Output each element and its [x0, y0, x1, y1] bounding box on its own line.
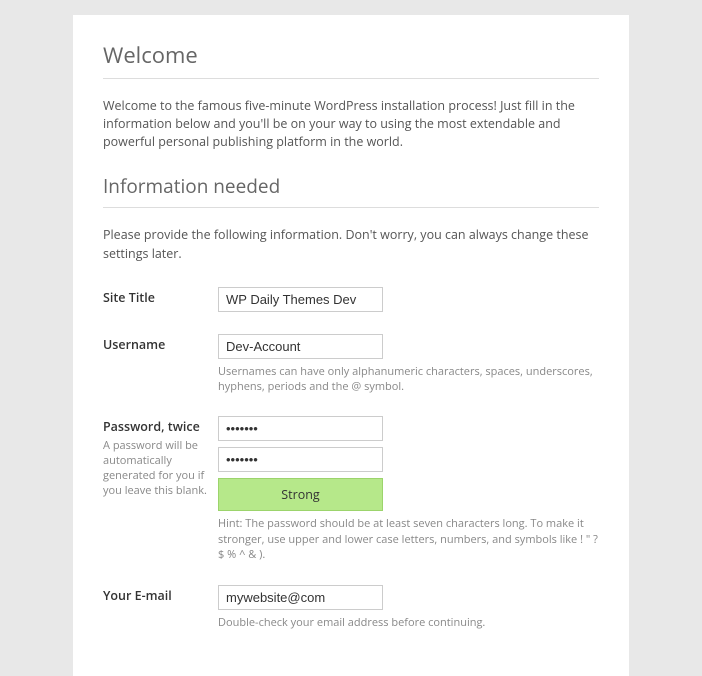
email-label: Your E-mail [103, 587, 172, 604]
install-form: Site Title Username Usernames can have o… [103, 281, 599, 646]
info-needed-subtext: Please provide the following information… [103, 226, 599, 262]
welcome-intro-text: Welcome to the famous five-minute WordPr… [103, 97, 599, 151]
password-input-1[interactable] [218, 416, 383, 441]
info-needed-heading: Information needed [103, 173, 599, 199]
welcome-heading: Welcome [103, 40, 599, 70]
email-input[interactable] [218, 585, 383, 610]
email-hint: Double-check your email address before c… [218, 615, 599, 630]
username-hint: Usernames can have only alphanumeric cha… [218, 364, 599, 395]
install-card: Welcome Welcome to the famous five-minut… [73, 15, 629, 676]
username-input[interactable] [218, 334, 383, 359]
password-label: Password, twice [103, 418, 200, 435]
site-title-input[interactable] [218, 287, 383, 312]
password-strength-indicator: Strong [218, 478, 383, 511]
username-label: Username [103, 336, 165, 353]
divider [103, 207, 599, 208]
divider [103, 78, 599, 79]
password-hint: Hint: The password should be at least se… [218, 516, 599, 562]
site-title-label: Site Title [103, 289, 155, 306]
password-label-hint: A password will be automatically generat… [103, 439, 212, 498]
password-input-2[interactable] [218, 447, 383, 472]
